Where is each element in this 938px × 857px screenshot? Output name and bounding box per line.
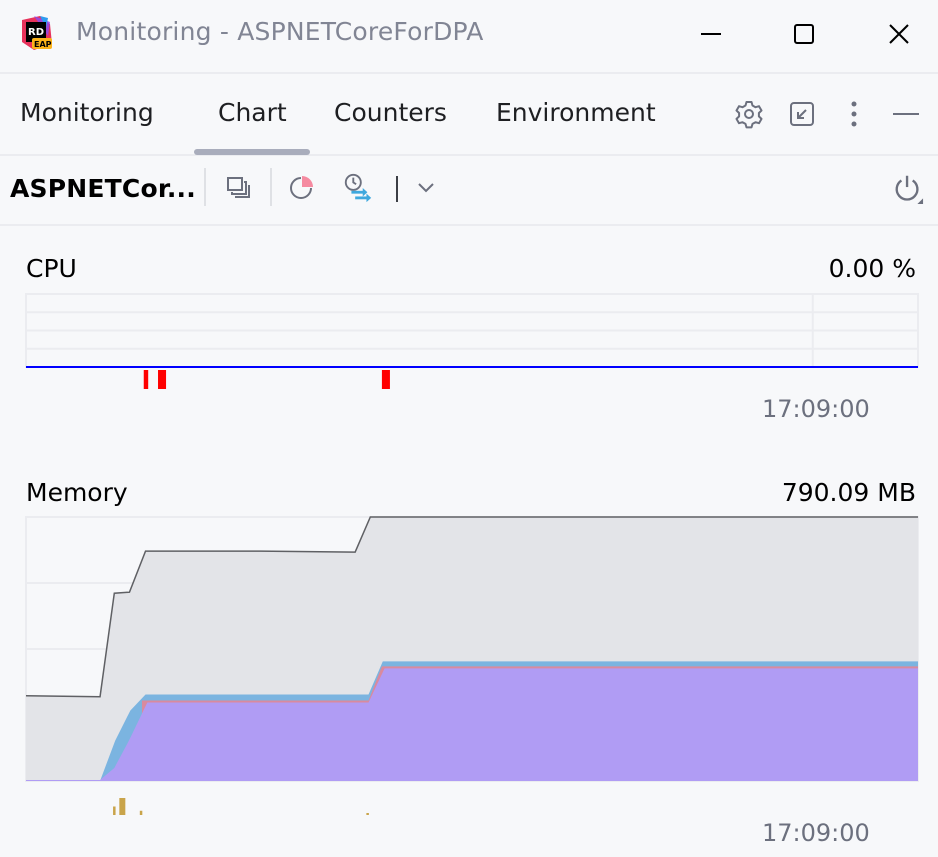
active-tab-indicator [194,149,310,155]
more-actions-dropdown[interactable] [410,172,442,204]
copy-windows-button[interactable] [222,172,254,204]
tool-window-header: Monitoring Chart Counters Environment [0,74,938,156]
window-title: Monitoring - ASPNETCoreForDPA [76,17,484,46]
gc-event-marker [113,806,116,815]
more-vertical-icon [851,101,857,127]
memory-chart-title: Memory [26,478,128,507]
memory-current-value: 790.09 MB [781,478,916,507]
tab-chart[interactable]: Chart [218,98,287,127]
toolbar-separator [270,168,272,206]
close-icon [889,24,909,44]
gc-event-marker [139,810,143,815]
tool-window-title: Monitoring [20,98,154,127]
minimize-button[interactable] [691,14,731,54]
hide-button[interactable] [888,96,924,132]
stop-session-button[interactable] [892,172,924,204]
cpu-current-value: 0.00 % [828,254,916,283]
title-bar: RD EAP Monitoring - ASPNETCoreForDPA [0,0,938,74]
close-button[interactable] [879,14,919,54]
cpu-chart-title: CPU [26,254,77,283]
svg-text:RD: RD [28,27,44,38]
more-options-button[interactable] [836,96,872,132]
toolbar-separator [204,168,206,206]
session-name[interactable]: ASPNETCor... [10,174,196,203]
restore-docked-button[interactable] [784,96,820,132]
hide-icon [893,113,919,115]
cpu-event-marker [381,370,390,389]
restore-docked-icon [790,102,814,126]
settings-button[interactable] [731,96,767,132]
cpu-snapshot-button[interactable] [285,172,317,204]
cpu-event-marker [143,370,149,389]
cpu-chart[interactable] [0,290,938,390]
cpu-time-tick-label: 17:09:00 [762,395,870,423]
gear-icon [735,101,763,129]
toolbar-separator [396,176,398,202]
maximize-button[interactable] [784,14,824,54]
svg-text:EAP: EAP [34,40,52,49]
power-icon [895,175,924,204]
maximize-icon [794,24,814,44]
session-toolbar: ASPNETCor... [0,156,938,226]
gc-event-marker [366,813,369,815]
timeline-export-icon [344,173,372,203]
chevron-down-icon [418,183,434,193]
cpu-snapshot-icon [290,176,313,199]
memory-chart[interactable] [0,510,938,820]
gc-event-marker [119,798,126,815]
timeline-export-button[interactable] [342,172,374,204]
minimize-icon [701,33,721,35]
memory-time-tick-label: 17:09:00 [762,819,870,847]
copy-windows-icon [227,177,250,198]
cpu-event-marker [158,370,167,389]
tab-counters[interactable]: Counters [334,98,447,127]
tab-environment[interactable]: Environment [496,98,656,127]
rider-eap-logo-icon: RD EAP [20,16,54,50]
